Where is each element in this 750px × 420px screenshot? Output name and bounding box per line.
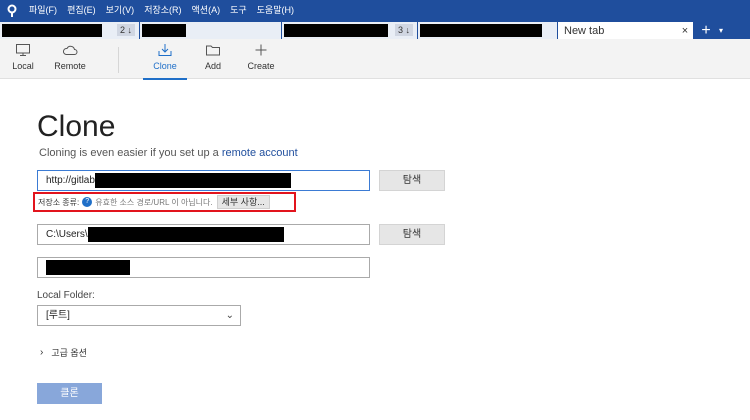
- repo-type-message: 유효한 소스 경로/URL 이 아닙니다.: [95, 197, 213, 207]
- redacted-text: [2, 24, 102, 37]
- subtitle-text: Cloning is even easier if you set up a: [39, 147, 222, 159]
- local-folder-select[interactable]: [루트] ⌄: [37, 305, 241, 326]
- clone-tab-label: Clone: [153, 61, 177, 71]
- tab-badge: 3 ↓: [394, 24, 413, 36]
- page-subtitle: Cloning is even easier if you set up a r…: [39, 147, 298, 159]
- local-folder-value: [루트]: [46, 310, 70, 321]
- menu-view[interactable]: 보기(V): [101, 0, 140, 20]
- repo-tab-3[interactable]: 3 ↓: [282, 22, 418, 39]
- name-input[interactable]: [37, 257, 370, 278]
- remote-account-link[interactable]: remote account: [222, 147, 298, 159]
- close-icon[interactable]: ×: [677, 25, 693, 37]
- plus-icon: [255, 44, 267, 56]
- source-url-value: http://gitlab: [46, 175, 95, 186]
- menu-tools[interactable]: 도구: [225, 0, 252, 20]
- redacted-text: [142, 24, 186, 37]
- menu-edit[interactable]: 편집(E): [62, 0, 101, 20]
- tab-new[interactable]: New tab ×: [558, 22, 694, 39]
- add-label: Add: [204, 61, 221, 71]
- chevron-down-icon: ⌄: [225, 310, 234, 321]
- new-tab-plus-icon[interactable]: +: [698, 22, 714, 39]
- repo-type-row: 저장소 종류: ? 유효한 소스 경로/URL 이 아닙니다. 세부 사항...: [33, 192, 296, 212]
- tab-badge: 2 ↓: [116, 24, 135, 36]
- local-folder-label: Local Folder:: [37, 290, 95, 301]
- local-button[interactable]: Local: [1, 43, 45, 77]
- destination-path-value: C:\Users\: [46, 229, 88, 240]
- create-label: Create: [247, 61, 275, 71]
- repo-tab-1[interactable]: 2 ↓: [0, 22, 140, 39]
- menu-bar: 파일(F) 편집(E) 보기(V) 저장소(R) 액션(A) 도구 도움말(H): [0, 0, 750, 20]
- page-title: Clone: [37, 110, 116, 143]
- details-button[interactable]: 세부 사항...: [216, 195, 270, 209]
- clone-tab-button[interactable]: Clone: [143, 43, 187, 80]
- folder-icon: [206, 45, 220, 56]
- redacted-text: [46, 259, 130, 275]
- repo-type-label: 저장소 종류:: [38, 197, 80, 207]
- advanced-options-toggle[interactable]: › 고급 옵션: [40, 346, 87, 359]
- tab-list-chevron-down-icon[interactable]: ▾: [714, 22, 728, 39]
- repo-tab-4[interactable]: [418, 22, 558, 39]
- add-button[interactable]: Add: [191, 43, 235, 77]
- tab-bar: 2 ↓ 3 ↓ New tab × + ▾: [0, 20, 750, 39]
- chevron-right-icon: ›: [40, 347, 44, 358]
- help-icon[interactable]: ?: [82, 197, 93, 207]
- tab-title: New tab: [564, 24, 605, 37]
- redacted-text: [420, 24, 542, 37]
- menu-repository[interactable]: 저장소(R): [139, 0, 186, 20]
- advanced-options-label: 고급 옵션: [51, 348, 87, 358]
- create-button[interactable]: Create: [239, 43, 283, 77]
- menu-actions[interactable]: 액션(A): [187, 0, 226, 20]
- destination-browse-button[interactable]: 탐색: [379, 224, 445, 245]
- clone-button[interactable]: 클론: [37, 383, 102, 404]
- sourcetree-logo-icon: [0, 0, 24, 20]
- cloud-icon: [62, 45, 78, 55]
- redacted-text: [284, 24, 388, 37]
- source-url-input[interactable]: http://gitlab: [37, 170, 370, 191]
- toolbar: Local Remote Clone Add Create: [0, 39, 750, 80]
- redacted-text: [87, 226, 284, 242]
- redacted-text: [94, 172, 291, 188]
- menu-file[interactable]: 파일(F): [24, 0, 62, 20]
- local-label: Local: [12, 61, 34, 71]
- repo-tab-2[interactable]: [140, 22, 282, 39]
- toolbar-divider: [118, 47, 119, 73]
- source-browse-button[interactable]: 탐색: [379, 170, 445, 191]
- download-icon: [158, 44, 172, 56]
- monitor-icon: [16, 44, 30, 56]
- menu-help[interactable]: 도움말(H): [252, 0, 299, 20]
- remote-button[interactable]: Remote: [48, 43, 92, 77]
- remote-label: Remote: [54, 61, 86, 71]
- destination-path-input[interactable]: C:\Users\: [37, 224, 370, 245]
